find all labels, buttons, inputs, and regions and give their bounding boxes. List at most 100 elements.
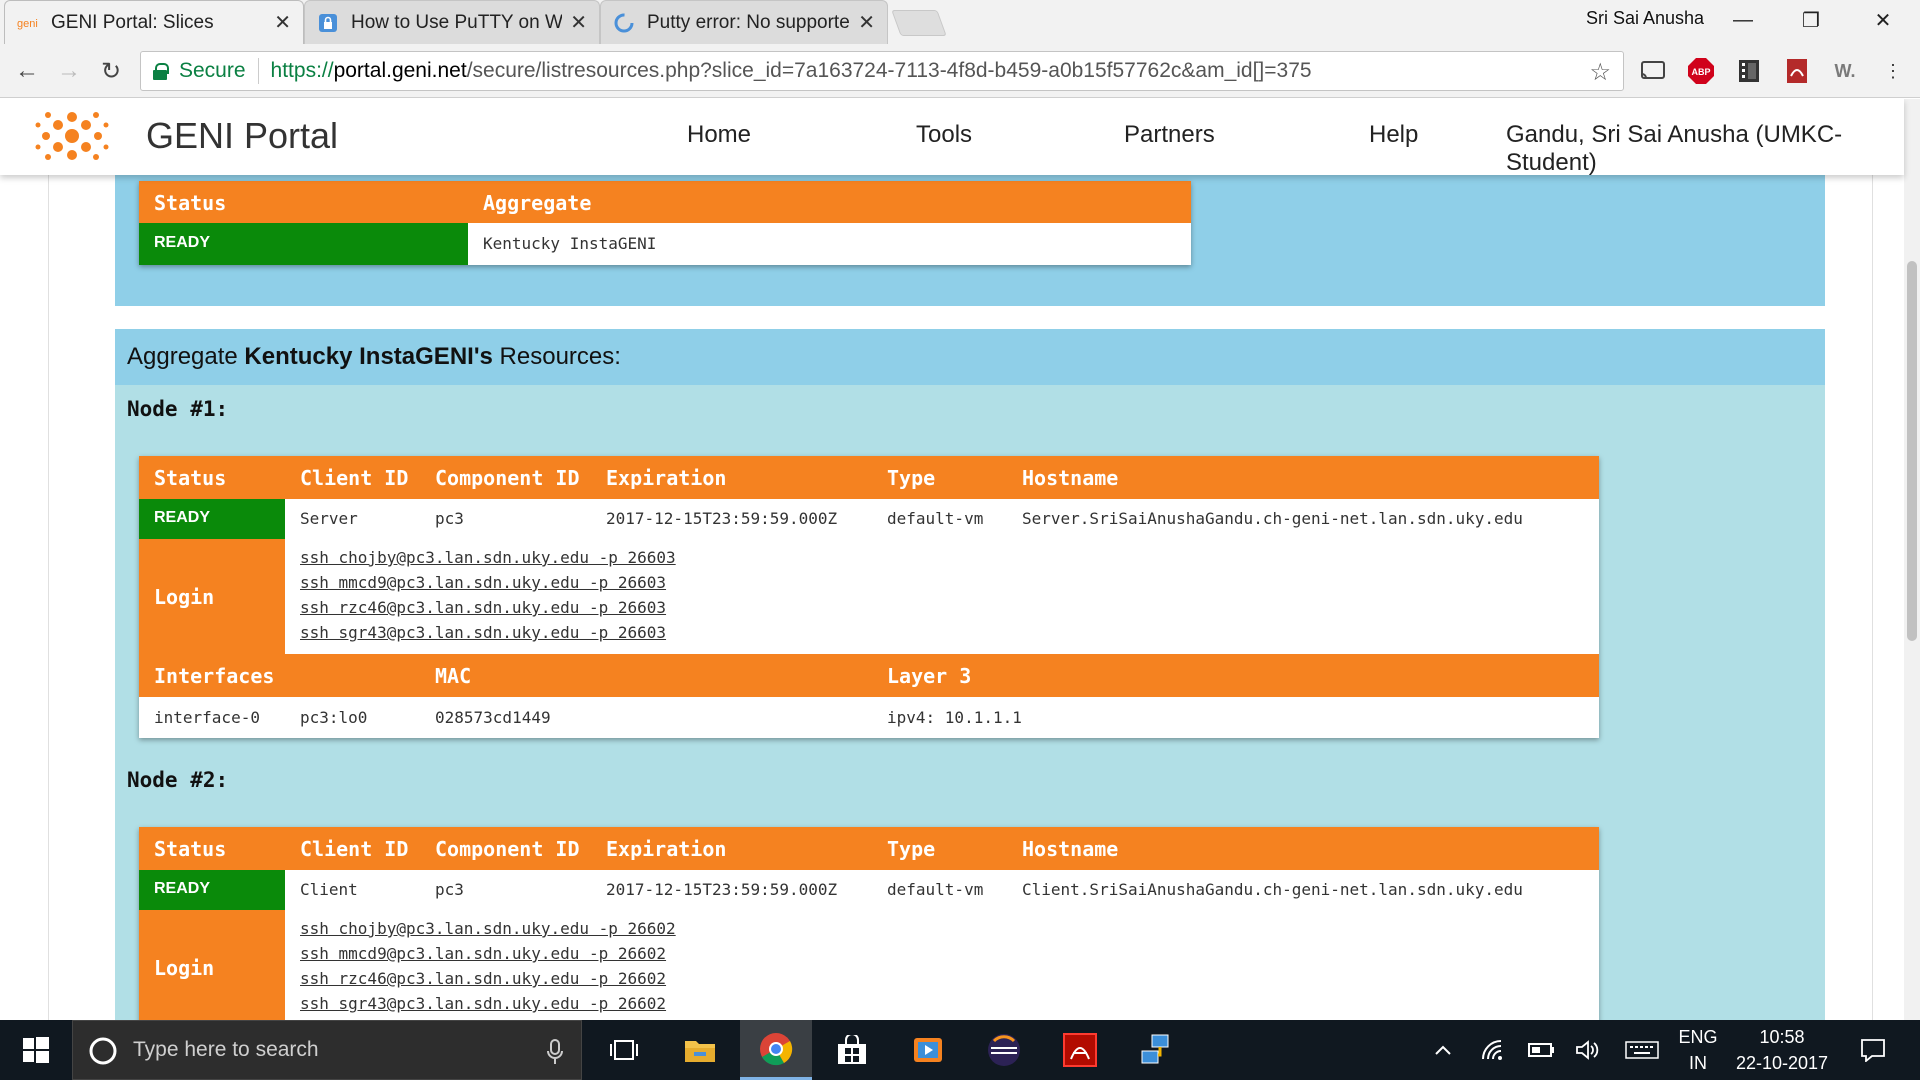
type-value: default-vm [887, 509, 984, 528]
back-icon[interactable]: ← [12, 56, 42, 86]
ssh-login-link[interactable]: ssh sgr43@pc3.lan.sdn.uky.edu -p 26603 [300, 623, 666, 642]
taskbar-search-box[interactable]: Type here to search [72, 1020, 582, 1080]
windows-start-icon[interactable] [0, 1020, 72, 1080]
secure-label: Secure [179, 59, 246, 82]
portal-navbar: GENI Portal Home Tools Partners Help Gan… [0, 99, 1904, 177]
chrome-icon[interactable] [740, 1020, 812, 1080]
secure-indicator[interactable]: Secure [153, 59, 246, 83]
close-icon[interactable]: ✕ [274, 10, 291, 35]
close-window-button[interactable]: ✕ [1854, 0, 1912, 40]
bookmark-star-icon[interactable]: ☆ [1589, 58, 1611, 87]
ssh-login-link[interactable]: ssh chojby@pc3.lan.sdn.uky.edu -p 26603 [300, 548, 676, 567]
header-aggregate: Aggregate [483, 191, 592, 215]
component-id-value: pc3 [435, 880, 464, 899]
chevron-up-icon[interactable] [1428, 1020, 1458, 1080]
aggregate-heading: Aggregate Kentucky InstaGENI's Resources… [115, 329, 1825, 385]
windows-taskbar: Type here to search ENG IN 10:58 22-10-2… [0, 1020, 1920, 1080]
url-path: /secure/listresources.php?slice_id=7a163… [466, 59, 1312, 82]
page-scrollbar[interactable] [1904, 99, 1920, 1020]
tab-putty-howto[interactable]: How to Use PuTTY on Wi ✕ [304, 0, 600, 44]
acrobat-icon[interactable] [1044, 1020, 1116, 1080]
task-view-icon[interactable] [588, 1020, 660, 1080]
close-icon[interactable]: ✕ [570, 10, 587, 35]
interface-layer3: ipv4: 10.1.1.1 [887, 708, 1022, 727]
divider [257, 58, 259, 84]
network-app-icon[interactable] [1120, 1020, 1192, 1080]
wifi-icon[interactable] [1478, 1020, 1510, 1080]
nav-partners[interactable]: Partners [1124, 121, 1215, 149]
new-tab-button[interactable] [891, 10, 947, 36]
header-status: Status [154, 466, 227, 490]
film-icon[interactable] [1734, 56, 1764, 86]
expiration-value: 2017-12-15T23:59:59.000Z [606, 880, 838, 899]
nav-user-account[interactable]: Gandu, Sri Sai Anusha (UMKC-Student) [1506, 121, 1904, 177]
forward-icon[interactable]: → [54, 56, 84, 86]
eclipse-icon[interactable] [968, 1020, 1040, 1080]
ssh-login-link[interactable]: ssh mmcd9@pc3.lan.sdn.uky.edu -p 26603 [300, 573, 666, 592]
header-status: Status [154, 191, 227, 215]
adblock-label: ABP [1691, 67, 1710, 77]
aggregate-resources-panel: Aggregate Kentucky InstaGENI's Resources… [115, 329, 1825, 1020]
keyboard-icon[interactable] [1622, 1020, 1662, 1080]
login-label: Login [154, 956, 215, 980]
nav-help[interactable]: Help [1369, 121, 1418, 149]
profile-name[interactable]: Sri Sai Anusha [1586, 8, 1704, 29]
ssh-login-link[interactable]: ssh sgr43@pc3.lan.sdn.uky.edu -p 26602 [300, 994, 666, 1013]
brand-title[interactable]: GENI Portal [146, 115, 338, 157]
ssh-login-link[interactable]: ssh chojby@pc3.lan.sdn.uky.edu -p 26602 [300, 919, 676, 938]
aggregate-status-table: Status Aggregate READY Kentucky InstaGEN… [139, 181, 1191, 265]
ssh-login-link[interactable]: ssh rzc46@pc3.lan.sdn.uky.edu -p 26603 [300, 598, 666, 617]
nav-home[interactable]: Home [687, 121, 751, 149]
url-text[interactable]: https://portal.geni.net/secure/listresou… [271, 59, 1312, 83]
language-indicator[interactable]: ENG IN [1670, 1020, 1726, 1080]
status-value: READY [154, 509, 211, 526]
expiration-value: 2017-12-15T23:59:59.000Z [606, 509, 838, 528]
ssh-login-link[interactable]: ssh rzc46@pc3.lan.sdn.uky.edu -p 26602 [300, 969, 666, 988]
file-explorer-icon[interactable] [664, 1020, 736, 1080]
header-type: Type [887, 837, 936, 861]
address-bar[interactable]: Secure https://portal.geni.net/secure/li… [140, 51, 1624, 91]
clock[interactable]: 10:58 22-10-2017 [1730, 1020, 1834, 1080]
scrollbar-thumb[interactable] [1907, 261, 1917, 641]
loading-icon [613, 12, 635, 34]
cortana-icon [89, 1037, 117, 1065]
cast-icon[interactable] [1638, 56, 1668, 86]
microphone-icon[interactable] [547, 1039, 563, 1065]
close-icon[interactable]: ✕ [858, 10, 875, 35]
volume-icon[interactable] [1572, 1020, 1604, 1080]
header-client-id: Client ID [300, 837, 409, 861]
notification-icon[interactable] [1848, 1020, 1898, 1080]
interface-name: interface-0 [154, 708, 260, 727]
tab-geni-portal[interactable]: geni GENI Portal: Slices ✕ [4, 0, 304, 44]
reload-icon[interactable]: ↻ [96, 56, 126, 86]
battery-icon[interactable] [1526, 1020, 1558, 1080]
type-value: default-vm [887, 880, 984, 899]
minimize-button[interactable]: — [1714, 0, 1772, 40]
status-badge: READY [139, 223, 468, 265]
header-hostname: Hostname [1022, 466, 1119, 490]
menu-icon[interactable]: ⋮ [1878, 56, 1908, 86]
node-1-table: Status Client ID Component ID Expiration… [139, 456, 1599, 738]
interface-mac: 028573cd1449 [435, 708, 551, 727]
header-type: Type [887, 466, 936, 490]
media-player-icon[interactable] [892, 1020, 964, 1080]
store-icon[interactable] [816, 1020, 888, 1080]
ssh-login-link[interactable]: ssh mmcd9@pc3.lan.sdn.uky.edu -p 26602 [300, 944, 666, 963]
header-expiration: Expiration [606, 466, 727, 490]
pdf-icon[interactable] [1782, 56, 1812, 86]
header-interfaces: Interfaces [154, 664, 275, 688]
clock-date: 22-10-2017 [1735, 1053, 1829, 1073]
nav-tools[interactable]: Tools [916, 121, 972, 149]
header-expiration: Expiration [606, 837, 727, 861]
login-list: ssh chojby@pc3.lan.sdn.uky.edu -p 26602 … [300, 919, 720, 1020]
interface-client-id: pc3:lo0 [300, 708, 368, 727]
tab-strip: geni GENI Portal: Slices ✕ How to Use Pu… [0, 0, 1920, 44]
w-icon[interactable]: W. [1830, 56, 1860, 86]
table-header-row: Status Client ID Component ID Expiration… [139, 827, 1599, 870]
header-hostname: Hostname [1022, 837, 1119, 861]
tab-putty-error[interactable]: Putty error: No supporte ✕ [600, 0, 888, 44]
adblock-icon[interactable]: ABP [1686, 56, 1716, 86]
header-client-id: Client ID [300, 466, 409, 490]
restore-button[interactable]: ❐ [1782, 0, 1840, 40]
svg-text:geni: geni [17, 18, 38, 30]
